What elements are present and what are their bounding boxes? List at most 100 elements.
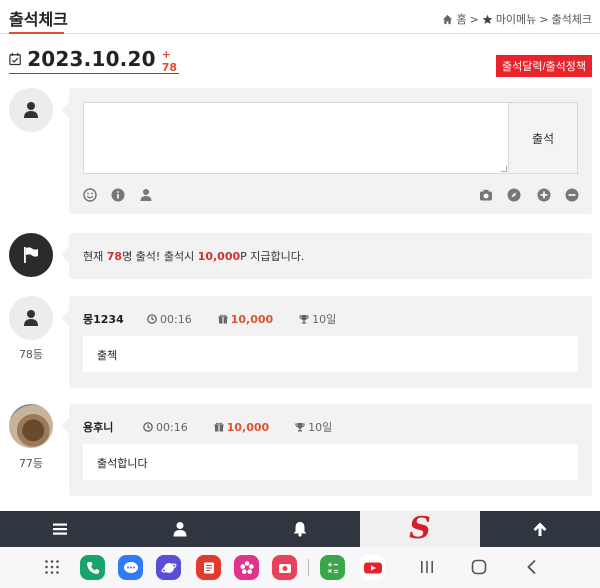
flag-icon: [24, 247, 38, 263]
notice-points: 10,000: [197, 250, 241, 263]
current-date: 2023.10.20: [27, 46, 156, 71]
entry-time: 00:16: [147, 313, 192, 326]
attendance-count: + 78: [161, 47, 178, 74]
entry-username[interactable]: 몽1234: [83, 311, 147, 327]
notice-suffix: P 지급합니다.: [240, 250, 305, 263]
notice-middle: 명 출석! 출석시: [122, 250, 198, 263]
breadcrumb-home[interactable]: 홈: [456, 11, 466, 27]
breadcrumb-separator: >: [469, 12, 479, 26]
camera-icon[interactable]: [479, 188, 493, 202]
plus-circle-icon[interactable]: [537, 188, 551, 202]
entry-username[interactable]: 용후니: [83, 419, 143, 435]
account-button[interactable]: [120, 511, 240, 547]
entry-message: 출첵: [83, 336, 578, 372]
phone-icon: [86, 561, 99, 574]
comment-form: 출석: [61, 88, 592, 214]
gift-icon: [214, 422, 224, 432]
camera-app-icon[interactable]: [272, 555, 297, 580]
app-drawer-icon[interactable]: [44, 559, 60, 575]
entry-streak-text: 10일: [308, 421, 333, 434]
date-row: 2023.10.20 + 78: [9, 44, 179, 74]
back-icon[interactable]: [523, 558, 541, 576]
trophy-icon: [299, 315, 309, 324]
bell-icon: [293, 522, 307, 537]
clock-icon: [147, 314, 157, 324]
clock-icon: [143, 422, 153, 432]
rank-label: 78등: [18, 348, 44, 361]
note-icon: [203, 562, 214, 573]
menu-icon: [53, 523, 67, 535]
notice-prefix: 현재: [83, 250, 107, 263]
calculator-app-icon[interactable]: [320, 555, 345, 580]
entry-streak: 10일: [299, 311, 336, 327]
entry-points: 10,000: [214, 421, 269, 434]
entry-meta: 용후니 00:16 10,000 10일: [83, 419, 358, 435]
scroll-top-button[interactable]: [480, 511, 600, 547]
page-header: 출석체크 홈 > 마이메뉴 > 출석체크: [0, 0, 600, 34]
attendance-entry: 용후니 00:16 10,000 10일 출석합니다: [61, 404, 592, 496]
attendance-entry: 몽1234 00:16 10,000 10일 출첵: [61, 296, 592, 388]
breadcrumb-current[interactable]: 출석체크: [552, 11, 592, 27]
breadcrumb: 홈 > 마이메뉴 > 출석체크: [442, 11, 592, 27]
avatar: [9, 88, 53, 132]
youtube-app-icon[interactable]: [360, 555, 385, 580]
entry-message: 출석합니다: [83, 444, 578, 480]
avatar[interactable]: [9, 404, 53, 448]
phone-app-icon[interactable]: [80, 555, 105, 580]
smile-icon[interactable]: [83, 188, 97, 202]
camera-icon: [278, 563, 291, 573]
site-logo-button[interactable]: S: [360, 511, 480, 547]
resize-handle[interactable]: [501, 166, 507, 172]
entry-meta: 몽1234 00:16 10,000 10일: [83, 311, 362, 327]
rank-label: 77등: [18, 457, 44, 470]
flower-icon: [239, 560, 254, 574]
submit-attendance-button[interactable]: 출석: [508, 102, 578, 174]
recent-apps-icon[interactable]: [418, 558, 436, 576]
notes-app-icon[interactable]: [196, 555, 221, 580]
notice-avatar: [9, 233, 53, 277]
compass-icon[interactable]: [507, 188, 521, 202]
avatar[interactable]: [9, 296, 53, 340]
site-logo: S: [409, 511, 431, 546]
entry-time-text: 00:16: [160, 312, 192, 326]
entry-points-text: 10,000: [230, 312, 274, 326]
home-icon: [443, 14, 453, 24]
star-icon: [482, 14, 493, 24]
entry-points-text: 10,000: [226, 420, 270, 434]
notice-text: 현재 78명 출석! 출석시 10,000P 지급합니다.: [83, 248, 304, 264]
entry-streak-text: 10일: [312, 313, 337, 326]
trophy-icon: [295, 423, 305, 432]
info-icon[interactable]: [111, 188, 125, 202]
user-icon: [24, 102, 38, 118]
entry-time-text: 00:16: [156, 420, 188, 434]
entry-time: 00:16: [143, 421, 188, 434]
home-button-icon[interactable]: [470, 558, 488, 576]
menu-button[interactable]: [0, 511, 120, 547]
internet-app-icon[interactable]: [156, 555, 181, 580]
user-icon: [24, 310, 38, 326]
message-icon: [123, 561, 138, 573]
breadcrumb-separator: >: [539, 12, 549, 26]
notice-count: 78: [106, 250, 123, 263]
calendar-check-icon: [9, 52, 21, 65]
messages-app-icon[interactable]: [118, 555, 143, 580]
planet-icon: [161, 562, 176, 573]
entry-points: 10,000: [218, 313, 273, 326]
user-icon[interactable]: [139, 188, 153, 202]
arrow-up-icon: [533, 522, 547, 536]
comment-textarea[interactable]: [83, 102, 509, 174]
notification-button[interactable]: [240, 511, 360, 547]
system-navigation-bar: [0, 547, 600, 588]
user-icon: [173, 522, 187, 537]
bottom-nav-bar: S: [0, 511, 600, 547]
page-title: 출석체크: [9, 10, 68, 29]
breadcrumb-menu[interactable]: 마이메뉴: [496, 11, 536, 27]
attendance-calendar-button[interactable]: 출석달력/출석정책: [495, 55, 592, 77]
dock-divider: [308, 559, 309, 576]
gallery-app-icon[interactable]: [234, 555, 259, 580]
gift-icon: [218, 314, 228, 324]
play-icon: [363, 562, 382, 573]
minus-circle-icon[interactable]: [565, 188, 579, 202]
entry-streak: 10일: [295, 419, 332, 435]
attendance-notice: 현재 78명 출석! 출석시 10,000P 지급합니다.: [61, 233, 592, 279]
